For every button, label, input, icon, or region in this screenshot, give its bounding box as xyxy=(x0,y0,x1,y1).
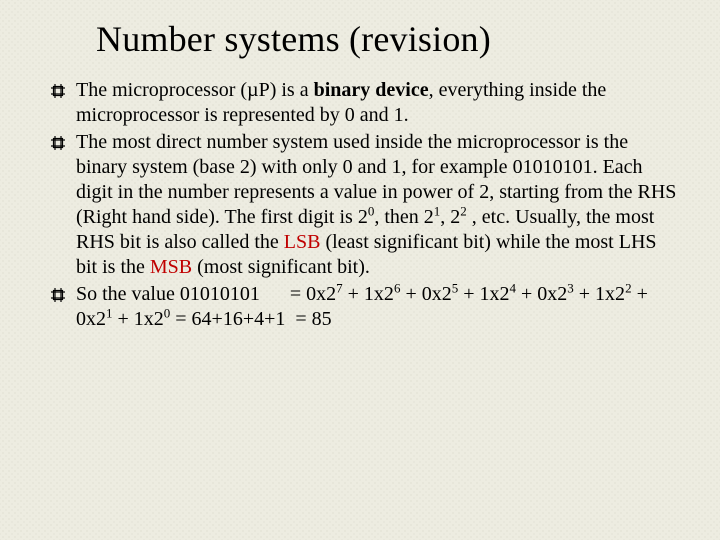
bullet-icon xyxy=(40,130,76,150)
text-red: LSB xyxy=(284,231,321,253)
bullet-list: The microprocessor (µP) is a binary devi… xyxy=(40,78,680,332)
text-bold: binary device xyxy=(314,79,429,101)
list-item: The microprocessor (µP) is a binary devi… xyxy=(40,78,680,128)
list-item: The most direct number system used insid… xyxy=(40,130,680,280)
page-title: Number systems (revision) xyxy=(96,18,680,60)
bullet-icon xyxy=(40,78,76,98)
bullet-text: So the value 01010101 = 0x27 + 1x26 + 0x… xyxy=(76,282,680,332)
text-run: So the value 01010101 = 0x2 xyxy=(76,283,336,305)
text-red: MSB xyxy=(150,256,192,278)
slide: Number systems (revision) The microproce… xyxy=(0,0,720,540)
text-run: The microprocessor (µP) is a xyxy=(76,79,314,101)
text-run: + 1x2 xyxy=(343,283,394,305)
text-run: , 2 xyxy=(440,206,460,228)
bullet-text: The microprocessor (µP) is a binary devi… xyxy=(76,78,680,128)
list-item: So the value 01010101 = 0x27 + 1x26 + 0x… xyxy=(40,282,680,332)
bullet-icon xyxy=(40,282,76,302)
text-run: + 1x2 xyxy=(458,283,509,305)
text-run: + 0x2 xyxy=(400,283,451,305)
text-run: = 64+16+4+1 = 85 xyxy=(170,308,331,330)
text-run: + 1x2 xyxy=(574,283,625,305)
bullet-text: The most direct number system used insid… xyxy=(76,130,680,280)
text-run: (most significant bit). xyxy=(192,256,370,278)
text-run: + 0x2 xyxy=(516,283,567,305)
text-run: + 1x2 xyxy=(113,308,164,330)
text-run: , then 2 xyxy=(374,206,433,228)
